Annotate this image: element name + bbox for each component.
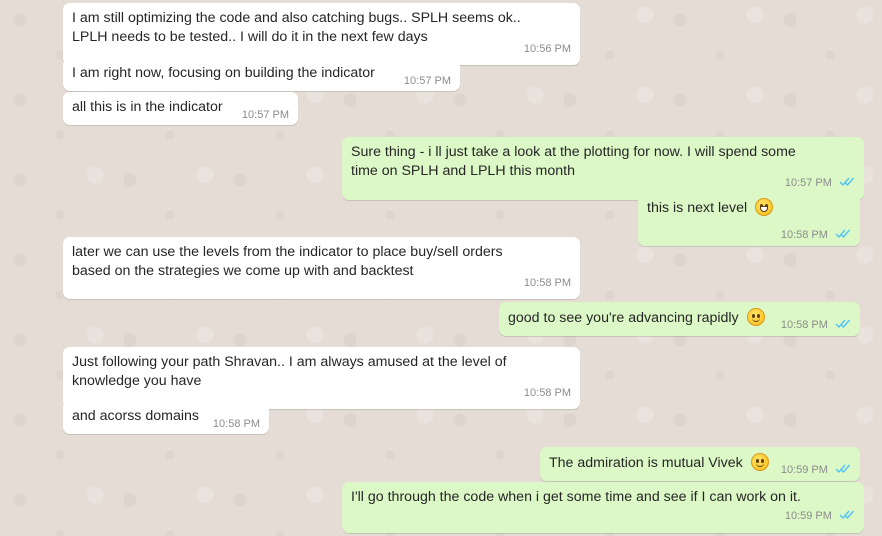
- message-text: I'll go through the code when i get some…: [351, 489, 801, 505]
- message-time: 10:57 PM: [403, 75, 451, 87]
- message-time-label: 10:59 PM: [784, 510, 832, 522]
- double-check-icon: [835, 318, 851, 334]
- message-incoming[interactable]: all this is in the indicator 10:57 PM: [63, 92, 298, 125]
- message-text: this is next level: [647, 200, 748, 216]
- message-outgoing[interactable]: this is next level 10:58 PM: [638, 192, 860, 246]
- message-text: I am right now, focusing on building the…: [72, 65, 375, 81]
- message-outgoing[interactable]: Sure thing - i ll just take a look at th…: [342, 137, 864, 200]
- message-incoming[interactable]: I am right now, focusing on building the…: [63, 58, 460, 91]
- message-text: I am still optimizing the code and also …: [72, 10, 521, 45]
- message-text: and acorss domains: [72, 408, 199, 424]
- message-time-label: 10:57 PM: [784, 177, 832, 189]
- message-time: 10:58 PM: [212, 418, 260, 430]
- double-check-icon: [839, 509, 855, 525]
- message-text: Just following your path Shravan.. I am …: [72, 354, 507, 389]
- message-time: 10:57 PM: [241, 109, 289, 121]
- double-check-icon: [835, 463, 851, 479]
- message-text: Sure thing - i ll just take a look at th…: [351, 144, 796, 179]
- message-text: good to see you're advancing rapidly: [508, 310, 739, 326]
- message-outgoing[interactable]: I'll go through the code when i get some…: [342, 482, 864, 533]
- message-text: all this is in the indicator: [72, 99, 223, 115]
- message-text: later we can use the levels from the ind…: [72, 244, 503, 279]
- message-time-label: 10:58 PM: [780, 229, 828, 241]
- double-check-icon: [839, 176, 855, 192]
- message-text: The admiration is mutual Vivek: [549, 455, 743, 471]
- message-time: 10:58 PM: [781, 318, 851, 334]
- message-incoming[interactable]: I am still optimizing the code and also …: [63, 3, 580, 65]
- chat-panel: I am still optimizing the code and also …: [0, 0, 882, 536]
- message-outgoing[interactable]: good to see you're advancing rapidly 10:…: [499, 302, 860, 336]
- grinning-face-emoji-icon: [755, 198, 774, 216]
- double-check-icon: [835, 228, 851, 244]
- message-time: 10:59 PM: [781, 463, 851, 479]
- message-incoming[interactable]: Just following your path Shravan.. I am …: [63, 347, 580, 409]
- smiling-face-emoji-icon: [750, 453, 769, 471]
- message-time: 10:58 PM: [781, 228, 851, 244]
- message-time-label: 10:59 PM: [780, 464, 828, 476]
- message-time-label: 10:58 PM: [780, 319, 828, 331]
- message-outgoing[interactable]: The admiration is mutual Vivek 10:59 PM: [540, 447, 860, 481]
- message-time: 10:59 PM: [351, 509, 855, 525]
- message-incoming[interactable]: later we can use the levels from the ind…: [63, 237, 580, 299]
- smiling-face-emoji-icon: [746, 308, 765, 326]
- message-incoming[interactable]: and acorss domains 10:58 PM: [63, 401, 269, 434]
